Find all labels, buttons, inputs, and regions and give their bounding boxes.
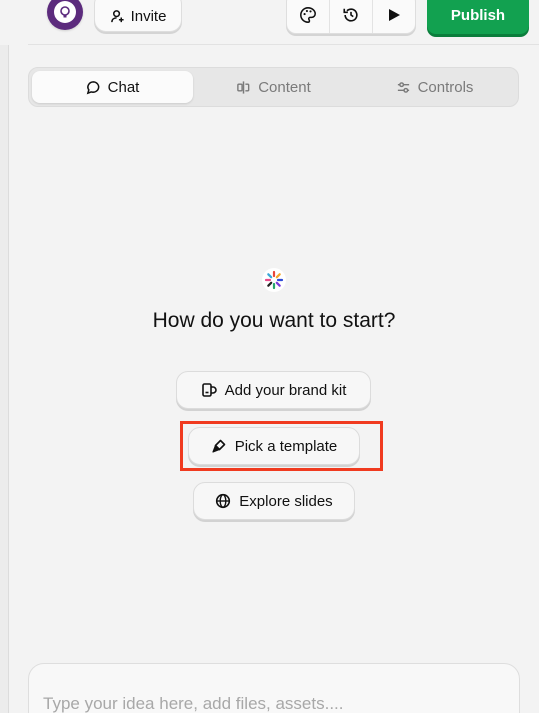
add-brand-kit-button[interactable]: Add your brand kit (176, 371, 371, 409)
prompt-composer (28, 663, 520, 713)
mode-tabs: Chat Content Controls (28, 67, 519, 107)
invite-button[interactable]: Invite (94, 0, 182, 32)
tab-chat[interactable]: Chat (32, 71, 193, 103)
tab-controls[interactable]: Controls (354, 71, 515, 103)
tab-chat-label: Chat (107, 78, 140, 96)
chat-bubble-icon (86, 80, 101, 95)
history-icon (342, 6, 360, 24)
prompt-input[interactable] (43, 692, 483, 713)
content-icon (236, 80, 251, 95)
palette-icon (299, 6, 317, 24)
theme-button[interactable] (287, 0, 330, 33)
highlight-box (180, 421, 383, 471)
loading-spinner-icon (262, 268, 286, 292)
brand-kit-icon (201, 382, 217, 398)
explore-slides-label: Explore slides (239, 492, 333, 510)
sliders-icon (396, 80, 411, 95)
top-bar-divider (28, 44, 539, 45)
globe-icon (215, 493, 231, 509)
left-panel-edge (0, 45, 9, 713)
app-root: Invite Publish Chat Content Controls How… (0, 0, 539, 713)
tab-controls-label: Controls (417, 78, 474, 96)
add-user-icon (110, 1, 125, 24)
publish-button[interactable]: Publish (427, 0, 529, 34)
play-icon (387, 8, 401, 22)
logo-bulb-icon (54, 1, 76, 23)
top-bar: Invite Publish (0, 0, 539, 45)
tab-content-label: Content (258, 78, 311, 96)
app-logo-icon[interactable] (47, 0, 83, 30)
explore-slides-button[interactable]: Explore slides (193, 482, 355, 520)
preview-button[interactable] (373, 0, 415, 33)
add-brand-kit-label: Add your brand kit (224, 381, 347, 399)
tab-content[interactable]: Content (193, 71, 354, 103)
invite-label: Invite (130, 7, 167, 25)
toolbar-icon-group (286, 0, 416, 34)
start-heading: How do you want to start? (152, 309, 396, 332)
history-button[interactable] (330, 0, 373, 33)
